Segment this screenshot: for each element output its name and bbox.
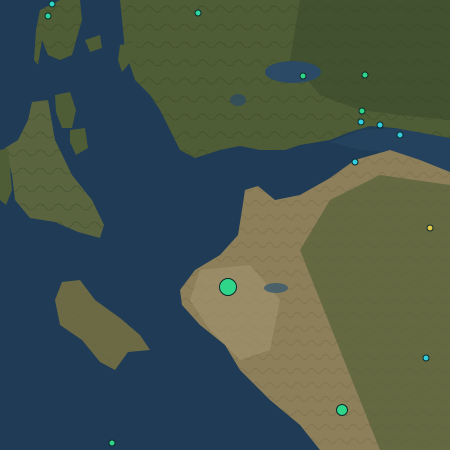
map-marker-small[interactable] <box>422 354 430 362</box>
map-base-layer <box>0 0 450 450</box>
map-marker-small[interactable] <box>48 0 56 8</box>
map-marker-large[interactable] <box>219 278 237 296</box>
map-marker-medium[interactable] <box>336 404 348 416</box>
map-marker-small[interactable] <box>396 131 404 139</box>
map-marker-small[interactable] <box>358 107 366 115</box>
map-marker-small[interactable] <box>44 12 52 20</box>
bay-inlet <box>230 94 246 106</box>
lake <box>265 61 321 83</box>
map-marker-small[interactable] <box>194 9 202 17</box>
lagoon <box>264 283 288 293</box>
map-marker-small[interactable] <box>357 118 365 126</box>
map-marker-small[interactable] <box>351 158 359 166</box>
map-marker-small[interactable] <box>361 71 369 79</box>
map-marker-small[interactable] <box>299 72 307 80</box>
map-marker-small[interactable] <box>426 224 434 232</box>
map-marker-small[interactable] <box>376 121 384 129</box>
map-marker-small[interactable] <box>108 439 116 447</box>
satellite-map[interactable] <box>0 0 450 450</box>
